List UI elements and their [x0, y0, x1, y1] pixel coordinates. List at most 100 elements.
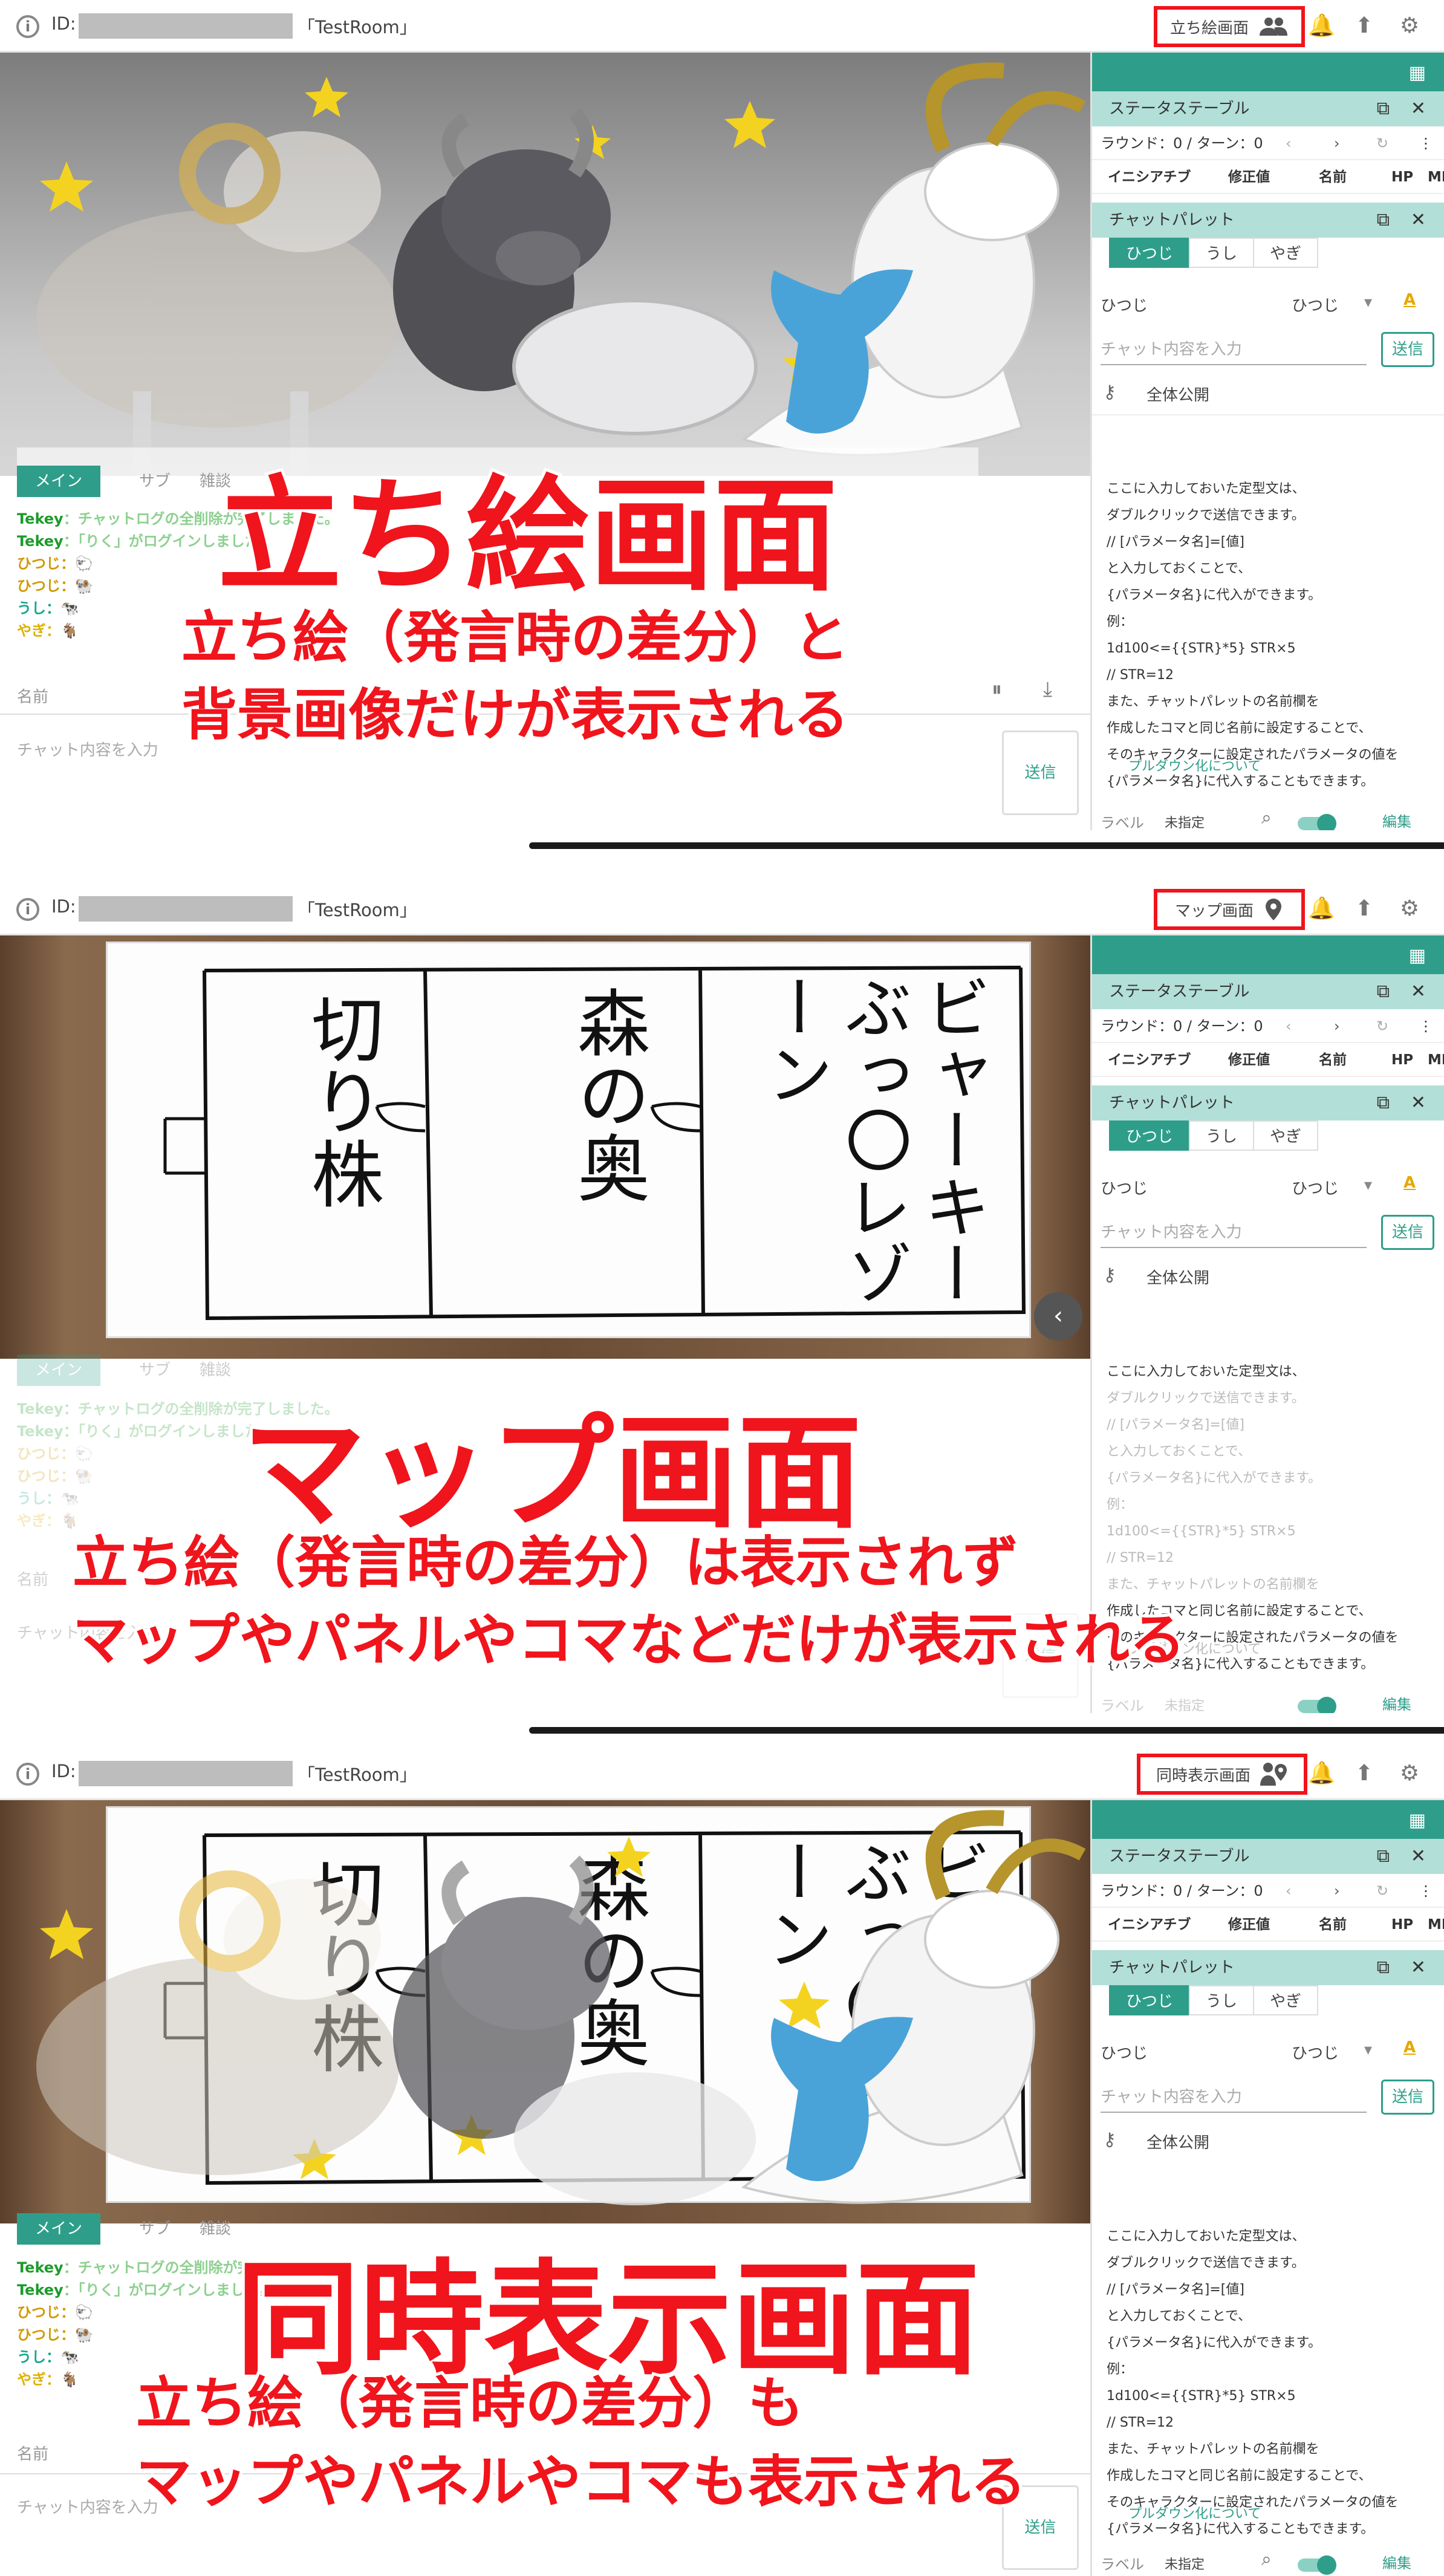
palette-tab-cow[interactable]: うし	[1189, 1985, 1255, 2015]
chat-name-input[interactable]: 名前	[17, 1567, 48, 1590]
sheep-character	[36, 1870, 399, 2175]
upload-icon[interactable]: ⬆	[1351, 1761, 1377, 1786]
close-icon[interactable]: ✕	[1411, 203, 1426, 238]
label-select[interactable]: 未指定	[1165, 2554, 1205, 2573]
visibility-label[interactable]: 全体公開	[1146, 1266, 1209, 1288]
key-icon: ⚷	[1103, 2129, 1116, 2150]
text-color-icon[interactable]: A	[1403, 291, 1416, 309]
text-color-icon[interactable]: A	[1403, 2038, 1416, 2057]
upload-icon[interactable]: ⬆	[1351, 13, 1377, 39]
palette-tab-goat[interactable]: やぎ	[1253, 1985, 1319, 2015]
popout-icon[interactable]: ⧉	[1377, 1085, 1390, 1120]
gear-icon[interactable]: ⚙	[1397, 13, 1422, 39]
room-id-redacted	[79, 896, 293, 922]
close-icon[interactable]: ✕	[1411, 1085, 1426, 1120]
chat-send-button[interactable]: 送信	[1002, 730, 1079, 815]
info-icon[interactable]: i	[16, 15, 39, 38]
chat-tab-main[interactable]: メイン	[17, 2213, 101, 2245]
palette-toggle[interactable]	[1298, 2555, 1336, 2575]
view-mode-button[interactable]: マップ画面	[1154, 889, 1305, 930]
chat-name-input[interactable]: 名前	[17, 685, 48, 707]
widget-grid-icon[interactable]: ▦	[1409, 62, 1426, 83]
screen-description-line1: 立ち絵（発言時の差分）は表示されず	[70, 1527, 1021, 1598]
palette-toggle[interactable]	[1298, 814, 1336, 830]
palette-send-button[interactable]: 送信	[1381, 2080, 1434, 2115]
refresh-icon[interactable]: ↻	[1376, 1009, 1388, 1043]
refresh-icon[interactable]: ↻	[1376, 1874, 1388, 1908]
speaker-select[interactable]: ひつじ	[1292, 1176, 1339, 1199]
palette-tab-sheep[interactable]: ひつじ	[1109, 1985, 1191, 2015]
pulldown-help-link[interactable]: プルダウン化について	[1128, 2503, 1261, 2522]
visibility-label[interactable]: 全体公開	[1146, 2130, 1209, 2153]
palette-send-button[interactable]: 送信	[1381, 332, 1434, 367]
popout-icon[interactable]: ⧉	[1377, 1839, 1390, 1874]
upload-icon[interactable]: ⬆	[1351, 896, 1377, 922]
popout-icon[interactable]: ⧉	[1377, 974, 1390, 1009]
chat-tab-main[interactable]: メイン	[17, 1355, 101, 1386]
popout-icon[interactable]: ⧉	[1377, 203, 1390, 238]
palette-send-button[interactable]: 送信	[1381, 1215, 1434, 1250]
palette-tab-sheep[interactable]: ひつじ	[1109, 238, 1191, 268]
search-icon[interactable]: ⌕	[1261, 807, 1272, 828]
bell-off-icon[interactable]: 🔔	[1308, 13, 1335, 39]
standing-picture-stage	[0, 53, 1090, 476]
speaker-select[interactable]: ひつじ	[1292, 293, 1339, 316]
close-icon[interactable]: ✕	[1411, 91, 1426, 126]
speaker-select[interactable]: ひつじ	[1292, 2041, 1339, 2063]
chat-log-line: ひつじ：🐏	[17, 1468, 93, 1485]
chevron-down-icon: ▾	[1364, 1176, 1373, 1194]
palette-chat-input[interactable]: チャット内容を入力	[1101, 1220, 1367, 1248]
pause-icon[interactable]: ⏸	[992, 677, 1002, 701]
gear-icon[interactable]: ⚙	[1397, 896, 1422, 922]
label-caption: ラベル	[1101, 815, 1144, 830]
download-icon[interactable]: ⤓	[1043, 677, 1052, 701]
info-icon[interactable]: i	[16, 1763, 39, 1786]
palette-toggle[interactable]	[1298, 1697, 1336, 1713]
palette-chat-input[interactable]: チャット内容を入力	[1101, 2084, 1367, 2113]
popout-icon[interactable]: ⧉	[1377, 1950, 1390, 1985]
text-color-icon[interactable]: A	[1403, 1174, 1416, 1192]
chat-tab-talk[interactable]: 雑談	[181, 1355, 249, 1386]
palette-tab-goat[interactable]: やぎ	[1253, 238, 1319, 268]
palette-tab-cow[interactable]: うし	[1189, 1120, 1255, 1151]
chat-tab-sub[interactable]: サブ	[121, 2213, 189, 2245]
gear-icon[interactable]: ⚙	[1397, 1761, 1422, 1786]
chat-tab-main[interactable]: メイン	[17, 466, 101, 497]
pulldown-help-link[interactable]: プルダウン化について	[1128, 755, 1261, 775]
palette-edit-button[interactable]: 編集	[1382, 2551, 1411, 2572]
chevron-left-icon[interactable]: ‹	[1034, 1292, 1082, 1341]
palette-chat-input[interactable]: チャット内容を入力	[1101, 337, 1367, 365]
view-mode-button[interactable]: 立ち絵画面	[1154, 6, 1305, 47]
label-select[interactable]: 未指定	[1165, 1695, 1205, 1713]
label-select[interactable]: 未指定	[1165, 812, 1205, 830]
close-icon[interactable]: ✕	[1411, 974, 1426, 1009]
chat-palette-title: チャットパレット ⧉ ✕	[1092, 203, 1444, 238]
palette-tab-sheep[interactable]: ひつじ	[1109, 1120, 1191, 1151]
chat-tab-sub[interactable]: サブ	[121, 466, 189, 497]
chevron-down-icon: ▾	[1364, 293, 1373, 311]
refresh-icon[interactable]: ↻	[1376, 126, 1388, 160]
chat-tab-sub[interactable]: サブ	[121, 1355, 189, 1386]
more-icon[interactable]: ⋮	[1419, 1874, 1433, 1908]
palette-edit-button[interactable]: 編集	[1382, 810, 1411, 830]
more-icon[interactable]: ⋮	[1419, 1009, 1433, 1043]
info-icon[interactable]: i	[16, 898, 39, 921]
bell-off-icon[interactable]: 🔔	[1308, 1761, 1335, 1786]
bell-off-icon[interactable]: 🔔	[1308, 896, 1335, 922]
widget-grid-icon[interactable]: ▦	[1409, 1810, 1426, 1831]
popout-icon[interactable]: ⧉	[1377, 91, 1390, 126]
chat-message-input[interactable]: チャット内容を入力	[17, 738, 158, 760]
view-mode-button[interactable]: 同時表示画面	[1137, 1754, 1307, 1795]
chat-name-input[interactable]: 名前	[17, 2442, 48, 2464]
close-icon[interactable]: ✕	[1411, 1839, 1426, 1874]
palette-tab-cow[interactable]: うし	[1189, 238, 1255, 268]
map-board[interactable]: 切り株 森の奥 ビャーキーぶっ〇レゾーン	[106, 942, 1031, 1338]
sheep-character	[36, 123, 399, 476]
widget-grid-icon[interactable]: ▦	[1409, 945, 1426, 966]
more-icon[interactable]: ⋮	[1419, 126, 1433, 160]
palette-tab-goat[interactable]: やぎ	[1253, 1120, 1319, 1151]
palette-edit-button[interactable]: 編集	[1382, 1693, 1411, 1713]
close-icon[interactable]: ✕	[1411, 1950, 1426, 1985]
search-icon[interactable]: ⌕	[1261, 2549, 1272, 2570]
visibility-label[interactable]: 全体公開	[1146, 383, 1209, 405]
